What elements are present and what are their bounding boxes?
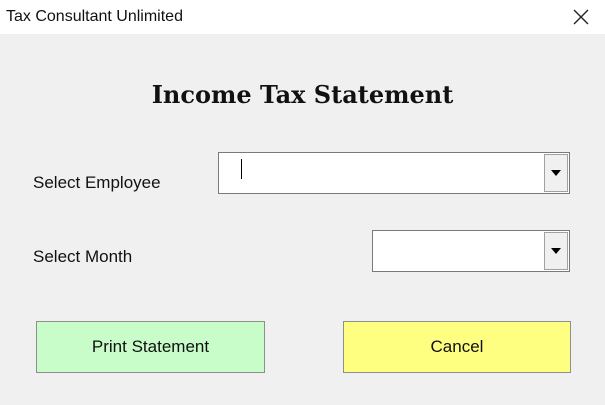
print-statement-label: Print Statement [91, 337, 210, 356]
select-month-combobox[interactable] [372, 230, 570, 272]
dialog-window: Tax Consultant Unlimited Income Tax Stat… [0, 0, 605, 405]
title-bar: Tax Consultant Unlimited [0, 0, 605, 34]
cancel-label: Cancel [430, 337, 484, 356]
select-employee-combobox[interactable] [218, 152, 570, 194]
select-month-dropdown-button[interactable] [544, 232, 568, 270]
close-icon [573, 9, 589, 25]
select-employee-dropdown-button[interactable] [544, 154, 568, 192]
chevron-down-icon [551, 170, 561, 176]
window-title: Tax Consultant Unlimited [6, 8, 183, 25]
print-statement-button[interactable]: Print Statement [36, 321, 265, 373]
form-heading: Income Tax Statement [151, 80, 454, 109]
select-employee-label: Select Employee [33, 173, 161, 192]
cancel-button[interactable]: Cancel [343, 321, 571, 373]
select-month-label: Select Month [33, 247, 133, 266]
close-button[interactable] [557, 0, 605, 34]
chevron-down-icon [551, 248, 561, 254]
text-cursor [241, 159, 242, 179]
